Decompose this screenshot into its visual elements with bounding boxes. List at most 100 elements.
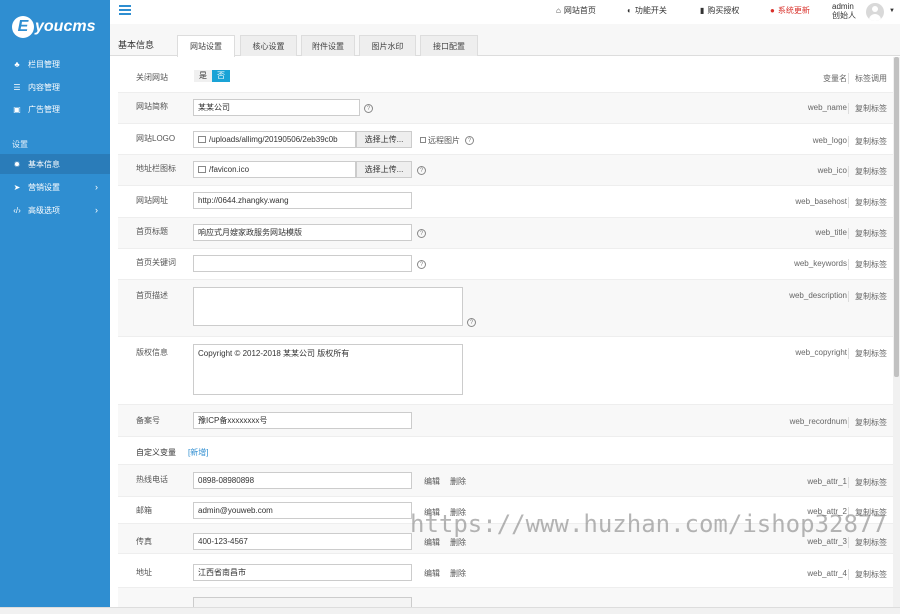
top-link-label: 系统更新 <box>777 6 810 15</box>
var-name: web_attr_3 <box>807 537 847 546</box>
field-label: 地址 <box>136 568 152 577</box>
tab-api-config[interactable]: 接口配置 <box>420 35 478 56</box>
toggle-icon: ◐ <box>627 6 632 15</box>
web-description-textarea[interactable] <box>193 287 463 326</box>
var-name: web_keywords <box>794 259 847 268</box>
help-icon[interactable]: ? <box>467 318 476 327</box>
edit-link[interactable]: 编辑 <box>424 568 440 579</box>
top-link-label: 网站首页 <box>563 6 596 15</box>
top-link-home[interactable]: ⌂ 网站首页 <box>556 5 596 16</box>
copy-tag-link[interactable]: 复制标签 <box>848 537 887 548</box>
var-name: web_attr_4 <box>807 569 847 578</box>
web-attr-4-input[interactable]: 江西省南昌市 <box>193 564 412 581</box>
tag-column-header: 标签调用 <box>848 73 887 84</box>
row-close-site: 关闭网站 是 否 变量名 标签调用 <box>118 57 893 93</box>
avatar[interactable] <box>866 3 884 21</box>
tab-attachment-settings[interactable]: 附件设置 <box>301 35 355 56</box>
copy-tag-link[interactable]: 复制标签 <box>848 197 887 208</box>
sidebar-item-content[interactable]: ☰ 内容管理 <box>0 77 110 97</box>
ico-upload-button[interactable]: 选择上传... <box>356 161 412 178</box>
web-attr-2-input[interactable]: admin@youweb.com <box>193 502 412 519</box>
logo[interactable]: E youcms <box>12 13 95 41</box>
field-label: 传真 <box>136 537 152 546</box>
copy-tag-link[interactable]: 复制标签 <box>848 228 887 239</box>
tab-core-settings[interactable]: 核心设置 <box>240 35 297 56</box>
sidebar-item-category[interactable]: ♣ 栏目管理 <box>0 54 110 74</box>
close-site-no[interactable]: 否 <box>212 70 230 82</box>
add-custom-var-link[interactable]: [新增] <box>188 447 208 458</box>
copy-tag-link[interactable]: 复制标签 <box>848 477 887 488</box>
web-logo-input[interactable]: /uploads/allimg/20190506/2eb39c0b <box>193 131 356 148</box>
web-name-input[interactable]: 某某公司 <box>193 99 360 116</box>
web-recordnum-input[interactable]: 豫ICP备xxxxxxxx号 <box>193 412 412 429</box>
copy-tag-link[interactable]: 复制标签 <box>848 166 887 177</box>
copy-tag-link[interactable]: 复制标签 <box>848 417 887 428</box>
delete-link[interactable]: 删除 <box>450 476 466 487</box>
row-web-recordnum: 备案号 豫ICP备xxxxxxxx号 web_recordnum 复制标签 <box>118 405 893 437</box>
web-title-input[interactable]: 响应式月嫂家政服务网站模版 <box>193 224 412 241</box>
row-web-ico: 地址栏图标 /favicon.ico 选择上传... ? web_ico 复制标… <box>118 155 893 186</box>
caret-down-icon[interactable]: ▼ <box>889 8 895 14</box>
sidebar-item-marketing[interactable]: ➤ 营销设置 › <box>0 177 110 197</box>
web-basehost-input[interactable]: http://0644.zhangky.wang <box>193 192 412 209</box>
help-icon[interactable]: ? <box>417 166 426 175</box>
logo-upload-button[interactable]: 选择上传... <box>356 131 412 148</box>
sidebar-item-ads[interactable]: ▣ 广告管理 <box>0 99 110 119</box>
web-ico-input[interactable]: /favicon.ico <box>193 161 356 178</box>
watermark-text: https://www.huzhan.com/ishop32877 <box>410 510 887 538</box>
tab-site-settings[interactable]: 网站设置 <box>177 35 235 57</box>
menu-toggle-icon[interactable] <box>119 5 131 17</box>
copy-tag-link[interactable]: 复制标签 <box>848 259 887 270</box>
edit-link[interactable]: 编辑 <box>424 476 440 487</box>
top-link-features[interactable]: ◐ 功能开关 <box>627 5 667 16</box>
copy-tag-link[interactable]: 复制标签 <box>848 569 887 580</box>
copy-tag-link[interactable]: 复制标签 <box>848 348 887 359</box>
var-name: web_description <box>789 291 847 300</box>
field-label: 邮箱 <box>136 506 152 515</box>
help-icon[interactable]: ? <box>364 104 373 113</box>
help-icon[interactable]: ? <box>417 260 426 269</box>
sidebar-item-label: 高级选项 <box>28 205 60 215</box>
chevron-right-icon: › <box>95 205 98 215</box>
copy-tag-link[interactable]: 复制标签 <box>848 291 887 302</box>
sidebar-item-advanced[interactable]: ‹/› 高级选项 › <box>0 200 110 220</box>
field-label: 网站简称 <box>136 102 168 111</box>
web-attr-1-input[interactable]: 0898-08980898 <box>193 472 412 489</box>
close-site-switch[interactable]: 是 否 <box>194 70 230 82</box>
copy-tag-link[interactable]: 复制标签 <box>848 136 887 147</box>
remote-image-checkbox[interactable]: 远程图片 <box>420 135 460 146</box>
help-icon[interactable]: ? <box>465 136 474 145</box>
web-keywords-input[interactable] <box>193 255 412 272</box>
top-link-update[interactable]: ● 系统更新 <box>770 5 810 16</box>
field-label: 地址栏图标 <box>136 164 176 173</box>
web-attr-3-input[interactable]: 400-123-4567 <box>193 533 412 550</box>
logo-mark: E <box>12 16 34 38</box>
edit-link[interactable]: 编辑 <box>424 537 440 548</box>
delete-link[interactable]: 删除 <box>450 537 466 548</box>
row-web-copyright: 版权信息 Copyright © 2012-2018 某某公司 版权所有 web… <box>118 337 893 405</box>
sidebar-item-basic-info[interactable]: ✹ 基本信息 <box>0 154 110 174</box>
sidebar: E youcms ♣ 栏目管理 ☰ 内容管理 ▣ 广告管理 设置 ✹ 基本信息 … <box>0 0 110 614</box>
sitemap-icon: ♣ <box>14 59 20 69</box>
top-link-license[interactable]: ▮ 购买授权 <box>700 5 739 16</box>
var-name: web_basehost <box>795 197 847 206</box>
tab-image-watermark[interactable]: 图片水印 <box>359 35 416 56</box>
image-icon <box>198 166 206 173</box>
status-bar <box>0 607 900 614</box>
row-custom-vars: 自定义变量 [新增] <box>118 437 893 465</box>
help-icon[interactable]: ? <box>417 229 426 238</box>
close-site-yes[interactable]: 是 <box>194 70 212 82</box>
web-copyright-textarea[interactable]: Copyright © 2012-2018 某某公司 版权所有 <box>193 344 463 395</box>
web-logo-value: /uploads/allimg/20190506/2eb39c0b <box>209 135 338 144</box>
remote-image-label: 远程图片 <box>428 136 460 145</box>
sidebar-item-label: 内容管理 <box>28 82 60 92</box>
var-name: web_recordnum <box>789 417 847 426</box>
user-info[interactable]: admin 创始人 <box>832 2 856 20</box>
web-ico-value: /favicon.ico <box>209 165 250 174</box>
var-name: web_name <box>807 103 847 112</box>
scrollbar[interactable] <box>893 57 900 607</box>
var-name: web_attr_1 <box>807 477 847 486</box>
copy-tag-link[interactable]: 复制标签 <box>848 103 887 114</box>
delete-link[interactable]: 删除 <box>450 568 466 579</box>
scrollbar-thumb[interactable] <box>894 57 899 377</box>
